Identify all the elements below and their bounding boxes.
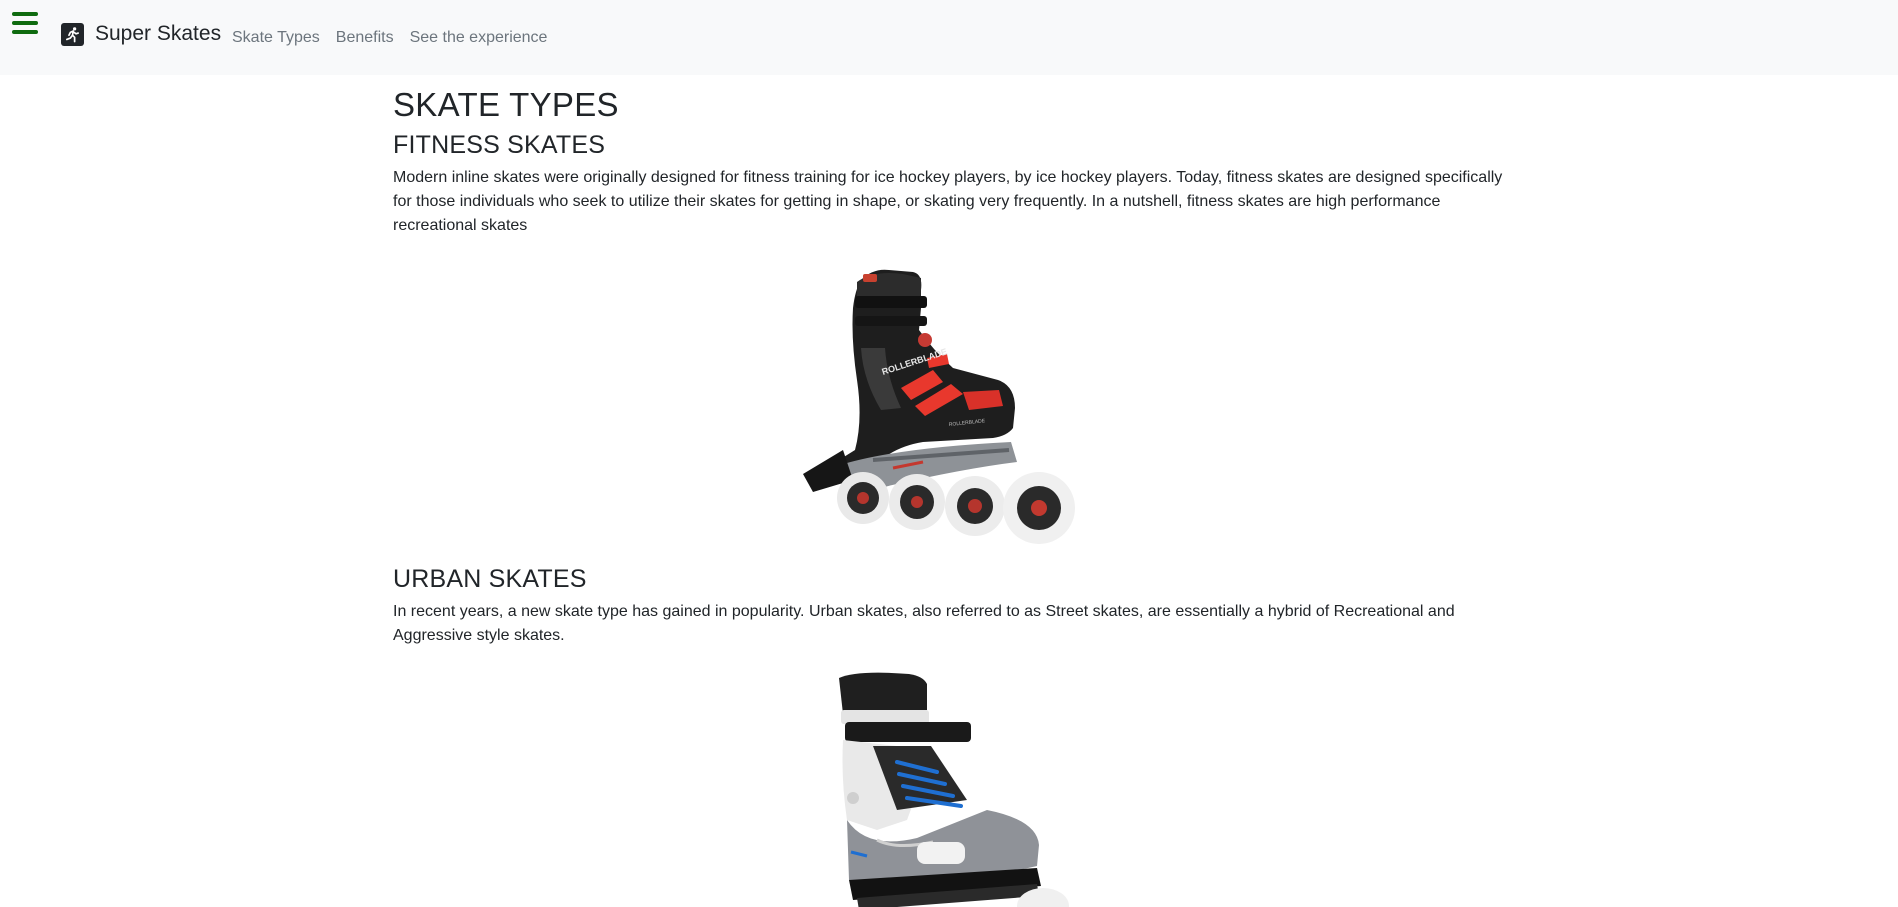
- fitness-skates-description: Modern inline skates were originally des…: [393, 169, 1503, 234]
- fitness-skates-heading: FITNESS SKATES: [393, 131, 606, 159]
- brand-link[interactable]: Super Skates: [61, 22, 221, 46]
- nav-links: Skate Types Benefits See the experience: [232, 28, 547, 48]
- nav-link-skate-types[interactable]: Skate Types: [232, 28, 320, 48]
- main-content: SKATE TYPES FITNESS SKATES Modern inline…: [393, 75, 1505, 907]
- urban-skates-heading: URBAN SKATES: [393, 565, 587, 593]
- urban-skates-section: URBAN SKATES In recent years, a new skat…: [393, 563, 1505, 907]
- navbar: Super Skates Skate Types Benefits See th…: [0, 0, 1898, 75]
- fitness-skate-image: ROLLERBLADE ROLLERBLADE: [803, 260, 1093, 548]
- running-person-icon: [61, 22, 84, 46]
- fitness-skates-section: FITNESS SKATES Modern inline skates were…: [393, 129, 1505, 548]
- page-title: SKATE TYPES: [393, 86, 619, 123]
- nav-link-experience[interactable]: See the experience: [410, 28, 548, 48]
- urban-skate-image: [837, 670, 1077, 907]
- hamburger-menu-icon[interactable]: [12, 12, 38, 34]
- urban-skates-description: In recent years, a new skate type has ga…: [393, 603, 1455, 644]
- nav-link-benefits[interactable]: Benefits: [336, 28, 394, 48]
- brand-name: Super Skates: [95, 22, 222, 45]
